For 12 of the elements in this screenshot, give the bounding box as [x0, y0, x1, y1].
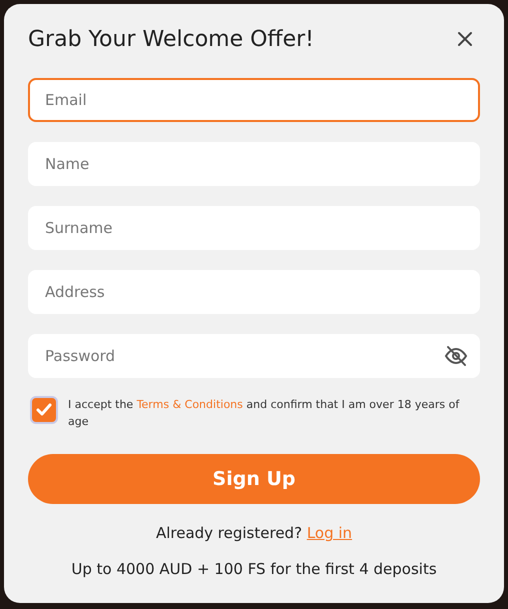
password-field[interactable]: Password [28, 334, 480, 378]
sign-up-button[interactable]: Sign Up [28, 454, 480, 504]
log-in-link[interactable]: Log in [306, 524, 352, 542]
checkbox[interactable] [30, 396, 58, 424]
offer-text: Up to 4000 AUD + 100 FS for the first 4 deposits [70, 560, 438, 578]
eye-off-icon[interactable] [444, 344, 468, 368]
login-prompt: Already registered? Log in [154, 524, 354, 542]
check-icon [36, 403, 52, 417]
dialog-title: Grab Your Welcome Offer! [28, 26, 314, 52]
consent-text: I accept the Terms & Conditions and confirm that I am over 18 years of age [68, 397, 460, 430]
input-field[interactable]: Email [28, 78, 480, 122]
terms-link[interactable]: Terms & Conditions [136, 398, 243, 411]
